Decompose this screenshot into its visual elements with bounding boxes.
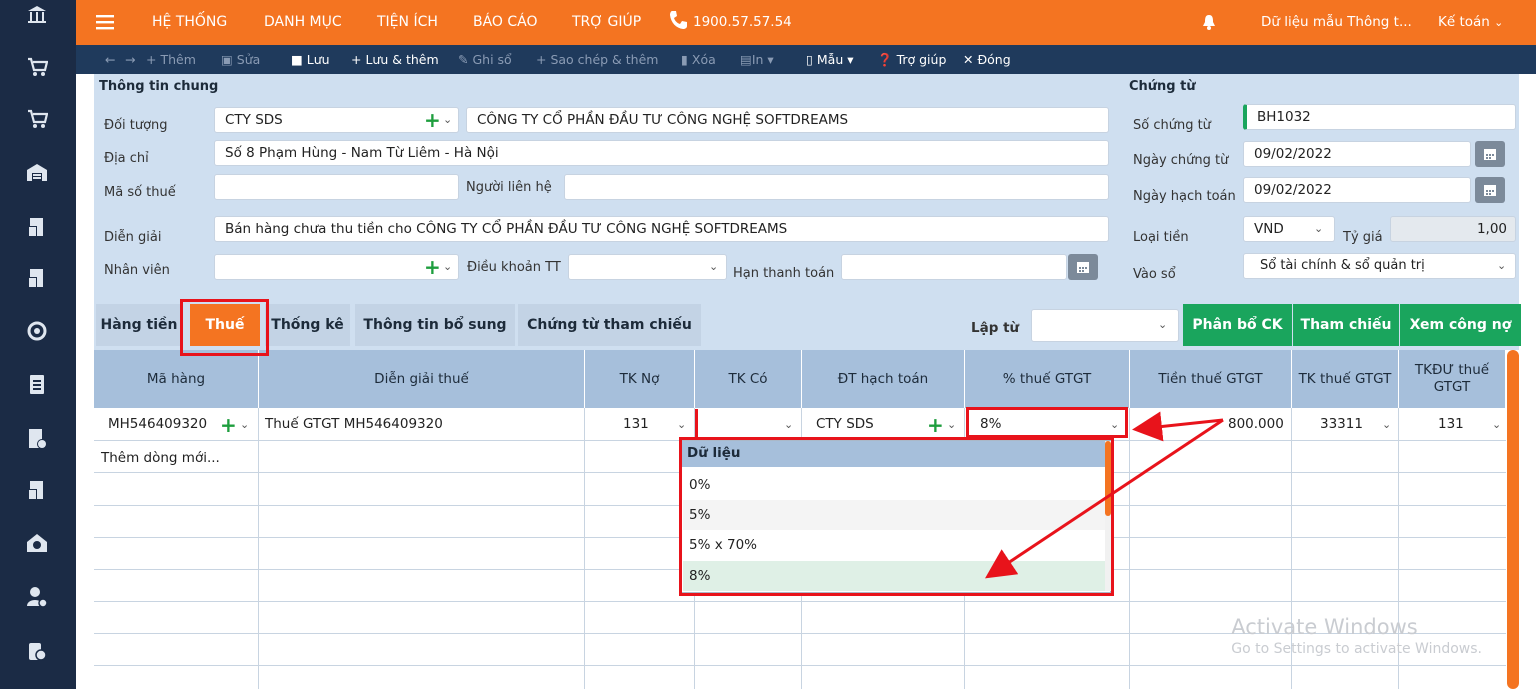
windows-activation-watermark: Activate Windows Go to Settings to activ… bbox=[1231, 615, 1482, 659]
watermark-subtitle: Go to Settings to activate Windows. bbox=[1231, 641, 1482, 657]
app-window: HỆ THỐNG DANH MỤC TIỆN ÍCH BÁO CÁO TRỢ G… bbox=[0, 0, 1536, 689]
watermark-title: Activate Windows bbox=[1231, 615, 1418, 639]
annotation-arrows bbox=[985, 411, 1224, 579]
